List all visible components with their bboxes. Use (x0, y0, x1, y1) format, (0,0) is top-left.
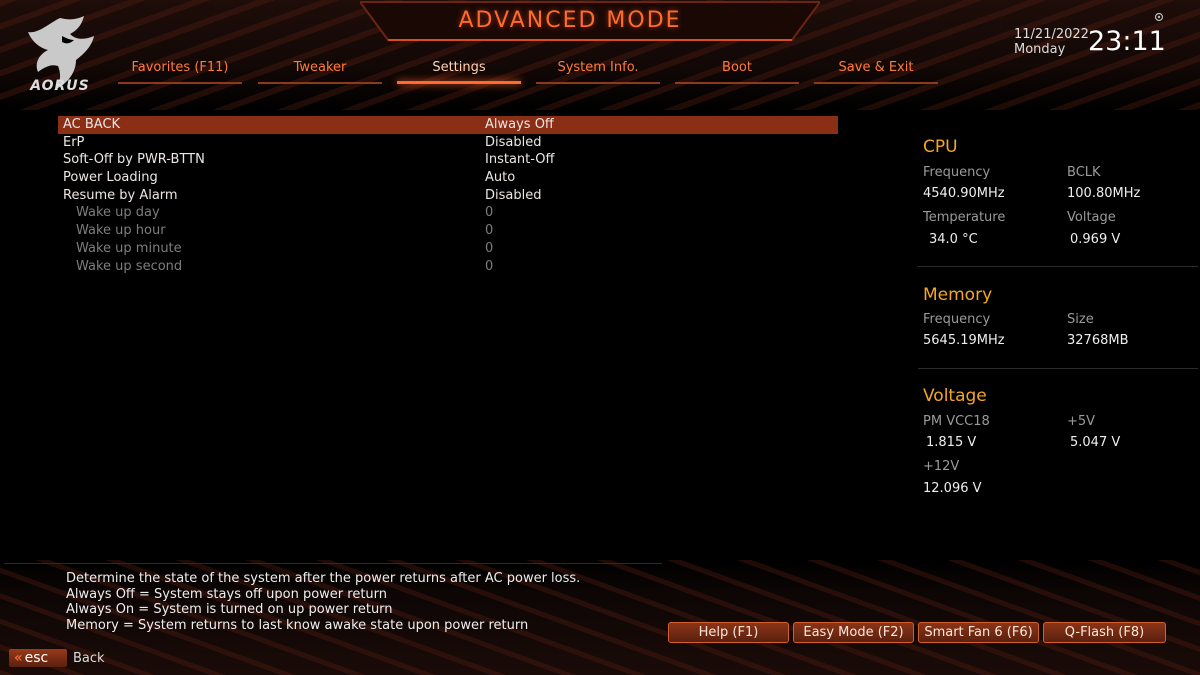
tab-underline (536, 82, 660, 84)
tab-underline (258, 82, 382, 84)
cpu-temperature-value: 34.0 °C (929, 232, 978, 247)
tab-favorites-label: Favorites (F11) (131, 60, 229, 75)
plus12v-value: 12.096 V (923, 481, 982, 496)
back-label[interactable]: Back (73, 651, 105, 666)
esc-label: esc (24, 650, 49, 666)
settings-list: AC BACK Always Off ErP Disabled Soft-Off… (58, 116, 838, 275)
qflash-button[interactable]: Q-Flash (F8) (1043, 622, 1166, 643)
setting-ac-back[interactable]: AC BACK Always Off (58, 116, 838, 134)
setting-label: Wake up day (76, 205, 160, 221)
brand-name: AORUS (30, 78, 90, 94)
cpu-frequency-value: 4540.90MHz (923, 186, 1005, 201)
memory-size-label: Size (1067, 312, 1094, 327)
setting-erp[interactable]: ErP Disabled (58, 134, 838, 152)
plus5v-label: +5V (1067, 414, 1096, 429)
tab-settings[interactable]: Settings (397, 60, 521, 84)
gear-icon[interactable] (1154, 12, 1164, 22)
setting-value[interactable]: Always Off (485, 116, 554, 134)
easy-mode-button[interactable]: Easy Mode (F2) (793, 622, 914, 643)
tab-underline-active (397, 81, 521, 84)
description-line: Determine the state of the system after … (66, 571, 581, 586)
cpu-voltage-label: Voltage (1067, 210, 1116, 225)
section-divider (918, 368, 1198, 369)
tab-settings-label: Settings (432, 60, 486, 75)
setting-value[interactable]: Disabled (485, 134, 541, 152)
setting-label: Resume by Alarm (63, 187, 178, 203)
tab-underline (675, 82, 799, 84)
tab-tweaker[interactable]: Tweaker (258, 60, 382, 84)
day-text: Monday (1014, 42, 1066, 57)
esc-button[interactable]: «esc (9, 649, 67, 667)
tab-boot-label: Boot (722, 60, 752, 75)
setting-power-loading[interactable]: Power Loading Auto (58, 169, 838, 187)
memory-frequency-value: 5645.19MHz (923, 333, 1005, 348)
tab-save-exit[interactable]: Save & Exit (814, 60, 938, 84)
setting-label: Soft-Off by PWR-BTTN (63, 152, 205, 168)
description-divider (4, 563, 662, 564)
tab-system-info-label: System Info. (557, 60, 639, 75)
voltage-section-title: Voltage (923, 386, 987, 406)
memory-size-value: 32768MB (1067, 333, 1129, 348)
setting-wake-up-minute: Wake up minute 0 (58, 240, 838, 258)
setting-value[interactable]: Auto (485, 169, 515, 187)
mode-title: ADVANCED MODE (458, 8, 682, 33)
setting-value: 0 (485, 240, 494, 256)
plus12v-label: +12V (923, 459, 960, 474)
pm-vcc18-value: 1.815 V (926, 435, 977, 450)
setting-label: Wake up minute (76, 240, 182, 256)
description-line: Memory = System returns to last know awa… (66, 617, 529, 633)
setting-value: 0 (485, 258, 494, 274)
help-button[interactable]: Help (F1) (668, 622, 789, 643)
setting-resume-by-alarm[interactable]: Resume by Alarm Disabled (58, 187, 838, 205)
cpu-temperature-label: Temperature (923, 210, 1006, 225)
double-chevron-left-icon: « (14, 650, 23, 666)
setting-label: Wake up hour (76, 223, 166, 239)
tab-favorites[interactable]: Favorites (F11) (118, 60, 242, 84)
setting-value: 0 (485, 205, 494, 221)
cpu-section-title: CPU (923, 137, 958, 157)
tab-boot[interactable]: Boot (675, 60, 799, 84)
memory-section-title: Memory (923, 285, 993, 305)
tab-save-exit-label: Save & Exit (838, 60, 914, 75)
help-description: Determine the state of the system after … (66, 571, 580, 633)
setting-wake-up-second: Wake up second 0 (58, 258, 838, 276)
pm-vcc18-label: PM VCC18 (923, 414, 990, 429)
smart-fan-button[interactable]: Smart Fan 6 (F6) (918, 622, 1039, 643)
setting-label: Power Loading (63, 170, 158, 186)
description-line: Always Off = System stays off upon power… (66, 586, 388, 602)
setting-soft-off[interactable]: Soft-Off by PWR-BTTN Instant-Off (58, 151, 838, 169)
plus5v-value: 5.047 V (1070, 435, 1121, 450)
cpu-bclk-value: 100.80MHz (1067, 186, 1141, 201)
tab-system-info[interactable]: System Info. (536, 60, 660, 84)
setting-value[interactable]: Instant-Off (485, 151, 555, 169)
tab-underline (814, 82, 938, 84)
date-text: 11/21/2022 (1014, 27, 1089, 42)
setting-value[interactable]: Disabled (485, 187, 541, 205)
setting-label: ErP (63, 134, 85, 150)
tab-underline (118, 82, 242, 84)
setting-wake-up-day: Wake up day 0 (58, 204, 838, 222)
setting-value: 0 (485, 223, 494, 239)
cpu-frequency-label: Frequency (923, 165, 991, 180)
setting-wake-up-hour: Wake up hour 0 (58, 222, 838, 240)
setting-label: AC BACK (63, 117, 121, 132)
section-divider (918, 266, 1198, 267)
time-display: 23:11 (1088, 26, 1166, 57)
description-line: Always On = System is turned on up power… (66, 602, 393, 617)
memory-frequency-label: Frequency (923, 312, 991, 327)
date-display: 11/21/2022 Monday (1014, 27, 1089, 57)
tab-tweaker-label: Tweaker (293, 60, 347, 75)
cpu-voltage-value: 0.969 V (1070, 232, 1121, 247)
setting-label: Wake up second (76, 258, 183, 274)
cpu-bclk-label: BCLK (1067, 165, 1101, 180)
